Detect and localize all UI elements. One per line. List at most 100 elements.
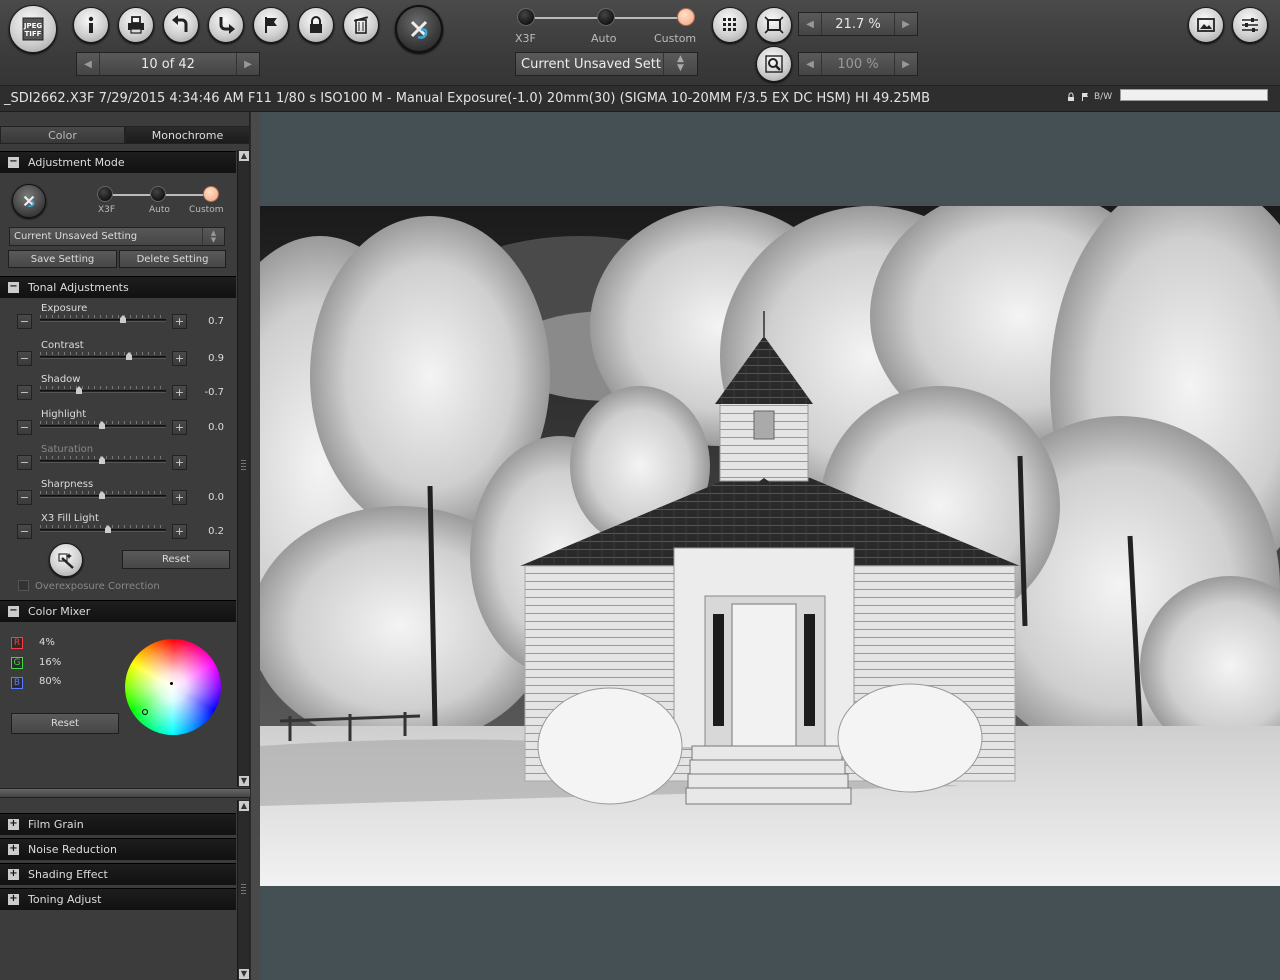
slider-value: 0.2 xyxy=(208,526,224,537)
slider-decrease-button[interactable]: − xyxy=(17,490,32,505)
slider-label: X3 Fill Light xyxy=(41,513,99,524)
color-mixer-reset-button[interactable]: Reset xyxy=(11,713,119,734)
svg-text:JPEG: JPEG xyxy=(23,22,43,30)
image-preview-area[interactable] xyxy=(260,112,1280,980)
rotate-left-button[interactable] xyxy=(163,7,199,43)
slider-decrease-button[interactable]: − xyxy=(17,524,32,539)
next-image-button[interactable]: ▶ xyxy=(237,53,259,75)
expand-icon: + xyxy=(8,818,19,830)
section-shading-effect[interactable]: + Shading Effect xyxy=(0,863,236,885)
adjustment-setting-value: Current Unsaved Setting xyxy=(14,231,138,242)
slider-increase-button[interactable]: + xyxy=(172,490,187,505)
mixer-value-g: 16% xyxy=(39,657,62,668)
save-setting-button[interactable]: Save Setting xyxy=(8,250,117,268)
flag-button[interactable] xyxy=(253,7,289,43)
slider-decrease-button[interactable]: − xyxy=(17,385,32,400)
adjustment-setting-select[interactable]: Current Unsaved Setting ▲ ▼ xyxy=(9,227,225,246)
mode-custom-option[interactable] xyxy=(677,8,695,26)
adj-mode-custom-option[interactable] xyxy=(203,186,219,202)
mixer-channel-b[interactable]: B xyxy=(11,677,23,689)
zoom-fit-value: 21.7 % xyxy=(821,13,895,35)
slider-ticks xyxy=(40,525,166,528)
slider-track[interactable] xyxy=(40,529,166,532)
rotate-left-icon xyxy=(172,15,188,32)
prev-image-button[interactable]: ◀ xyxy=(77,53,99,75)
slider-track[interactable] xyxy=(40,356,166,359)
slider-track[interactable] xyxy=(40,319,166,322)
color-mixer-wheel[interactable] xyxy=(125,639,221,735)
slider-increase-button[interactable]: + xyxy=(172,314,187,329)
section-adjustment-mode[interactable]: − Adjustment Mode xyxy=(0,151,236,173)
print-button[interactable] xyxy=(118,7,154,43)
slider-increase-button[interactable]: + xyxy=(172,385,187,400)
zoom-fit-increase[interactable]: ▶ xyxy=(895,13,917,35)
slider-decrease-button[interactable]: − xyxy=(17,351,32,366)
slider-increase-button[interactable]: + xyxy=(172,420,187,435)
mode-label-x3f: X3F xyxy=(515,32,536,45)
photo-preview[interactable] xyxy=(260,206,1280,886)
section-title: Noise Reduction xyxy=(28,843,117,856)
adj-mode-label-x3f: X3F xyxy=(98,205,116,215)
trash-button[interactable] xyxy=(343,7,379,43)
section-color-mixer[interactable]: − Color Mixer xyxy=(0,600,236,622)
fit-frame-button[interactable] xyxy=(756,7,792,43)
overexposure-checkbox[interactable] xyxy=(18,580,29,591)
slider-increase-button[interactable]: + xyxy=(172,524,187,539)
mixer-channel-r[interactable]: R xyxy=(11,637,23,649)
scroll-up-arrow[interactable]: ▲ xyxy=(239,151,249,161)
scroll-up-arrow[interactable]: ▲ xyxy=(239,801,249,811)
mixer-channel-g[interactable]: G xyxy=(11,657,23,669)
x3-process-small-button[interactable] xyxy=(12,184,46,218)
wheel-point-center xyxy=(170,682,173,685)
mixer-value-r: 4% xyxy=(39,637,55,648)
overexposure-label: Overexposure Correction xyxy=(35,581,160,592)
slider-label: Sharpness xyxy=(41,479,94,490)
scroll-grip[interactable] xyxy=(241,884,246,894)
mode-label-auto: Auto xyxy=(591,32,617,45)
slider-decrease-button[interactable]: − xyxy=(17,420,32,435)
mode-x3f-option[interactable] xyxy=(517,8,535,26)
x3-process-button[interactable] xyxy=(395,5,443,53)
panel-splitter[interactable] xyxy=(0,788,250,798)
section-noise-reduction[interactable]: + Noise Reduction xyxy=(0,838,236,860)
tonal-reset-button[interactable]: Reset xyxy=(122,550,230,569)
slider-decrease-button[interactable]: − xyxy=(17,314,32,329)
delete-setting-button[interactable]: Delete Setting xyxy=(119,250,226,268)
collapse-icon: − xyxy=(8,605,19,617)
wheel-handle[interactable] xyxy=(142,709,148,715)
settings-button[interactable] xyxy=(1232,7,1268,43)
collapsed-scrollbar[interactable]: ▲ ▼ xyxy=(237,800,249,980)
adj-mode-x3f-option[interactable] xyxy=(97,186,113,202)
scroll-down-arrow[interactable]: ▼ xyxy=(239,776,249,786)
adjustments-scrollbar[interactable]: ▲ ▼ xyxy=(237,150,249,787)
lock-icon xyxy=(310,16,322,33)
scroll-grip[interactable] xyxy=(241,460,246,470)
zoom-actual-increase[interactable]: ▶ xyxy=(895,53,917,75)
lock-button[interactable] xyxy=(298,7,334,43)
slider-increase-button[interactable]: + xyxy=(172,455,187,470)
grid-button[interactable] xyxy=(712,7,748,43)
slider-track[interactable] xyxy=(40,390,166,393)
section-tonal-adjustments[interactable]: − Tonal Adjustments xyxy=(0,276,236,298)
auto-adjust-button[interactable] xyxy=(49,543,83,577)
info-button[interactable] xyxy=(73,7,109,43)
zoom-actual-decrease[interactable]: ◀ xyxy=(799,53,821,75)
section-title: Adjustment Mode xyxy=(28,156,125,169)
zoom-icon xyxy=(765,55,783,73)
adj-mode-auto-option[interactable] xyxy=(150,186,166,202)
scroll-down-arrow[interactable]: ▼ xyxy=(239,969,249,979)
rotate-right-button[interactable] xyxy=(208,7,244,43)
section-film-grain[interactable]: + Film Grain xyxy=(0,813,236,835)
zoom-button[interactable] xyxy=(756,46,792,82)
preset-select[interactable]: Current Unsaved Sett ▲ ▼ xyxy=(515,52,698,76)
slider-decrease-button[interactable]: − xyxy=(17,455,32,470)
tab-monochrome[interactable]: Monochrome xyxy=(125,126,250,144)
slider-increase-button[interactable]: + xyxy=(172,351,187,366)
jpeg-tiff-button[interactable]: JPEG TIFF xyxy=(9,5,57,53)
zoom-fit-decrease[interactable]: ◀ xyxy=(799,13,821,35)
mode-auto-option[interactable] xyxy=(597,8,615,26)
tab-color[interactable]: Color xyxy=(0,126,125,144)
info-bar: _SDI2662.X3F 7/29/2015 4:34:46 AM F11 1/… xyxy=(0,86,1280,112)
section-toning-adjust[interactable]: + Toning Adjust xyxy=(0,888,236,910)
slideshow-button[interactable] xyxy=(1188,7,1224,43)
